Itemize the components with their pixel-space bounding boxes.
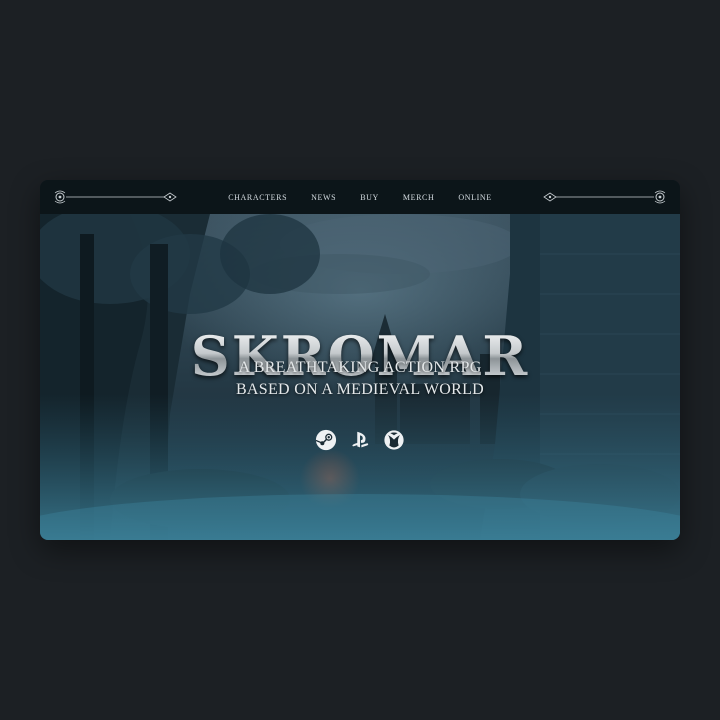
hero-section: SKROMAR A BREATHTAKING ACTION RPG BASED … [40, 214, 680, 540]
top-navbar: CHARACTERS NEWS BUY MERCH ONLINE [40, 180, 680, 214]
nav-item-merch[interactable]: MERCH [403, 193, 434, 202]
nav-item-buy[interactable]: BUY [360, 193, 379, 202]
nav-item-characters[interactable]: CHARACTERS [228, 193, 287, 202]
platform-links [40, 429, 680, 451]
tagline-line-2: BASED ON A MEDIEVAL WORLD [235, 381, 485, 398]
xbox-icon[interactable] [383, 429, 405, 451]
steam-icon[interactable] [315, 429, 337, 451]
nav-item-online[interactable]: ONLINE [458, 193, 491, 202]
tagline-line-1: A BREATHTAKING ACTION RPG [238, 359, 482, 376]
nav-item-news[interactable]: NEWS [311, 193, 336, 202]
landing-card: CHARACTERS NEWS BUY MERCH ONLINE SKROMAR… [40, 180, 680, 540]
right-ornament-icon [543, 190, 666, 204]
playstation-icon[interactable] [349, 429, 371, 451]
